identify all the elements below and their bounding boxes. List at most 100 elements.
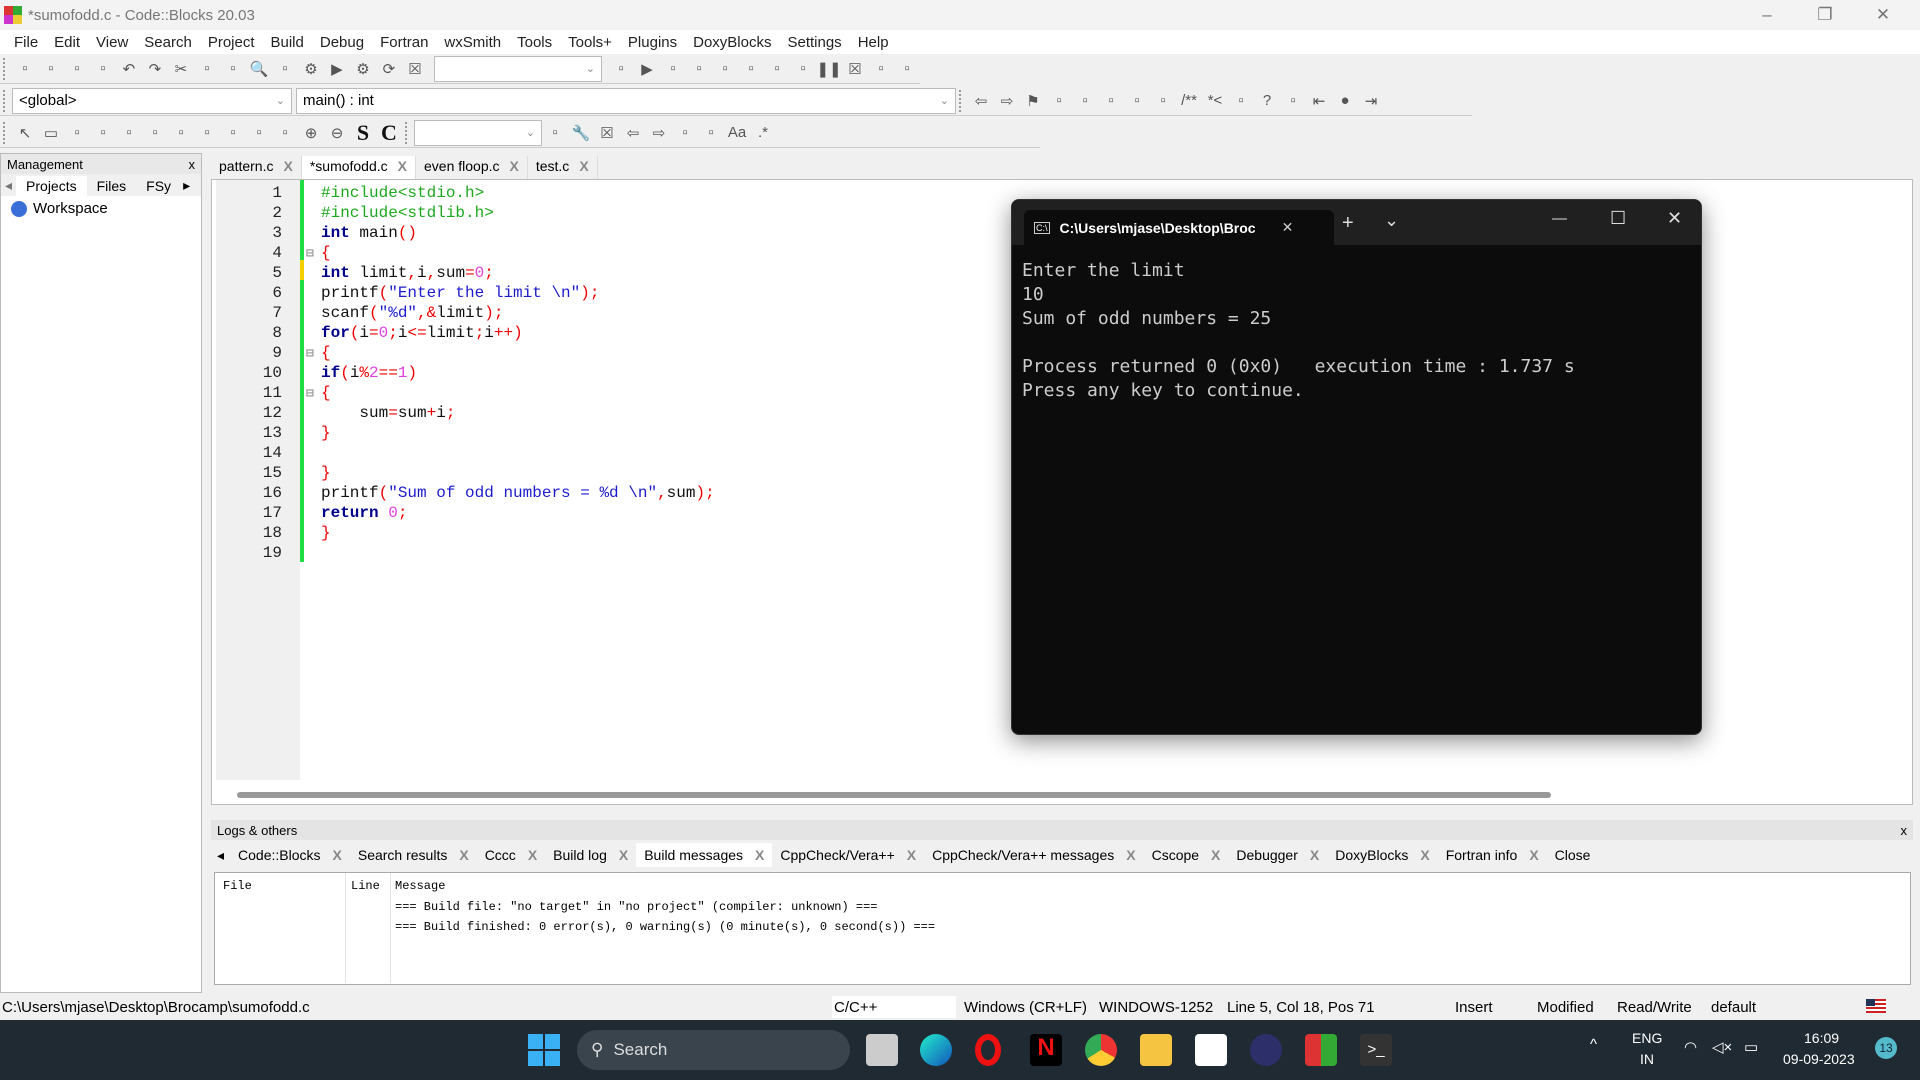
terminal-tab-close-button[interactable]: ✕ [1282, 219, 1294, 236]
paste-icon[interactable]: ▫ [222, 58, 244, 80]
save-all-icon[interactable]: ▫ [92, 58, 114, 80]
tab-files[interactable]: Files [87, 176, 137, 196]
menu-tools[interactable]: Tools [509, 34, 560, 51]
log-tab-build-log[interactable]: Build log X [545, 843, 636, 867]
next-line-icon[interactable]: ▫ [688, 58, 710, 80]
highlight-icon[interactable]: ▫ [674, 122, 696, 144]
comment-line-icon[interactable]: *< [1204, 90, 1226, 112]
tab-dropdown-button[interactable]: ⌄ [1384, 210, 1399, 231]
menu-fortran[interactable]: Fortran [372, 34, 436, 51]
run-chm-icon[interactable]: ? [1256, 90, 1278, 112]
menu-doxyblocks[interactable]: DoxyBlocks [685, 34, 779, 51]
match-case-icon[interactable]: Aa [726, 122, 748, 144]
new-tab-button[interactable]: + [1342, 212, 1354, 235]
log-tab-cscope[interactable]: Cscope X [1144, 843, 1229, 867]
stop-debug-icon[interactable]: ☒ [844, 58, 866, 80]
notification-badge[interactable]: 13 [1875, 1037, 1897, 1059]
microsoft-store-icon[interactable] [1195, 1034, 1227, 1066]
fold-icon[interactable]: ⊟ [306, 246, 314, 261]
build-message[interactable]: === Build finished: 0 error(s), 0 warnin… [395, 920, 935, 934]
terminal-window[interactable]: C:\ C:\Users\mjase\Desktop\Broc ✕ + ⌄ — … [1011, 199, 1702, 735]
fold-icon[interactable]: ⊟ [306, 386, 314, 401]
tab-close-icon[interactable]: X [528, 847, 537, 863]
tab-close-icon[interactable]: X [283, 158, 292, 177]
clear-bookmarks-icon[interactable]: ▫ [1100, 90, 1122, 112]
jump-forward-icon[interactable]: ⇨ [996, 90, 1018, 112]
build-icon[interactable]: ⚙ [352, 58, 374, 80]
debug-windows-icon[interactable]: ▫ [870, 58, 892, 80]
highlight-prev-icon[interactable]: ⇦ [622, 122, 644, 144]
column-file[interactable]: File [223, 879, 252, 893]
region-indicator[interactable]: IN [1640, 1051, 1654, 1067]
build-message[interactable]: === Build file: "no target" in "no proje… [395, 900, 877, 914]
loop2-icon[interactable]: ▫ [144, 122, 166, 144]
toolbar-grip[interactable] [3, 89, 9, 112]
codeblocks-taskbar-icon[interactable] [1305, 1034, 1337, 1066]
fold-icon[interactable]: ⊟ [306, 346, 314, 361]
log-tab-cppcheck-vera--[interactable]: CppCheck/Vera++ X [772, 843, 924, 867]
minimize-button[interactable]: – [1738, 0, 1796, 30]
file-explorer-icon[interactable] [1140, 1034, 1172, 1066]
toolbar-grip[interactable] [3, 57, 9, 80]
clock-date[interactable]: 09-09-2023 [1783, 1051, 1855, 1067]
menu-tools[interactable]: Tools+ [560, 34, 620, 51]
next-bookmark-icon[interactable]: ▫ [1074, 90, 1096, 112]
toolbar-grip[interactable] [405, 121, 411, 144]
menu-help[interactable]: Help [850, 34, 897, 51]
column-message[interactable]: Message [395, 879, 445, 893]
prev-change-icon[interactable]: ⇤ [1308, 90, 1330, 112]
log-tab-doxyblocks[interactable]: DoxyBlocks X [1327, 843, 1437, 867]
run-icon[interactable]: ▶ [326, 58, 348, 80]
tab-close-icon[interactable]: X [907, 847, 916, 863]
block-icon[interactable]: ▫ [170, 122, 192, 144]
build-target-combo[interactable]: ⌄ [433, 55, 602, 82]
clock-time[interactable]: 16:09 [1804, 1030, 1839, 1046]
tab-even-floop-c[interactable]: even floop.c X [416, 156, 528, 179]
volume-muted-icon[interactable]: ◁× [1712, 1038, 1732, 1056]
opera-icon[interactable] [975, 1034, 1001, 1066]
log-tab-search-results[interactable]: Search results X [350, 843, 477, 867]
battery-icon[interactable]: ▭ [1744, 1038, 1758, 1056]
wifi-icon[interactable]: ◠ [1684, 1038, 1697, 1056]
workspace-node[interactable]: Workspace [1, 196, 201, 221]
tab-scroll-right-icon[interactable]: ▸ [181, 175, 192, 196]
tab-close-icon[interactable]: X [398, 158, 407, 177]
find-icon[interactable]: 🔍 [248, 58, 270, 80]
netflix-icon[interactable]: N [1030, 1034, 1062, 1066]
copy-icon[interactable]: ▫ [196, 58, 218, 80]
management-close-button[interactable]: x [189, 157, 196, 172]
horizontal-scrollbar[interactable] [237, 792, 1551, 798]
log-tab-cppcheck-vera---messages[interactable]: CppCheck/Vera++ messages X [924, 843, 1143, 867]
new-file-icon[interactable]: ▫ [14, 58, 36, 80]
log-tab-code--blocks[interactable]: Code::Blocks X [230, 843, 350, 867]
function-combo[interactable]: main() : int ⌄ [296, 87, 956, 114]
decision-icon[interactable]: ▫ [66, 122, 88, 144]
build-messages-list[interactable]: File Line Message === Build file: "no ta… [214, 872, 1911, 985]
regex-icon[interactable]: .* [752, 122, 774, 144]
settings-wrench-icon[interactable]: 🔧 [570, 122, 592, 144]
return-node-icon[interactable]: ▫ [274, 122, 296, 144]
menu-project[interactable]: Project [200, 34, 263, 51]
tab-close-icon[interactable]: X [333, 847, 342, 863]
block2-icon[interactable]: ▫ [196, 122, 218, 144]
continue-node-icon[interactable]: ▫ [248, 122, 270, 144]
terminal-close-button[interactable]: ✕ [1667, 208, 1682, 229]
search-combo[interactable]: ⌄ [414, 119, 542, 146]
menu-plugins[interactable]: Plugins [620, 34, 685, 51]
menu-settings[interactable]: Settings [779, 34, 849, 51]
break-icon[interactable]: ❚❚ [816, 58, 841, 80]
tab-close-icon[interactable]: X [755, 847, 764, 863]
s-button[interactable]: S [352, 120, 374, 145]
prev-bookmark-icon[interactable]: ▫ [1048, 90, 1070, 112]
run-html-icon[interactable]: ▫ [1230, 90, 1252, 112]
undo-icon[interactable]: ↶ [118, 58, 140, 80]
menu-wxsmith[interactable]: wxSmith [436, 34, 509, 51]
tray-overflow-icon[interactable]: ^ [1590, 1036, 1597, 1053]
tab-scroll-left-icon[interactable]: ◂ [1, 175, 16, 196]
replace-icon[interactable]: ▫ [274, 58, 296, 80]
log-tab-build-messages[interactable]: Build messages X [636, 843, 773, 867]
clear-icon[interactable]: ☒ [596, 122, 618, 144]
tab-close-icon[interactable]: X [619, 847, 628, 863]
redo-icon[interactable]: ↷ [144, 58, 166, 80]
next-change-icon[interactable]: ⇥ [1360, 90, 1382, 112]
